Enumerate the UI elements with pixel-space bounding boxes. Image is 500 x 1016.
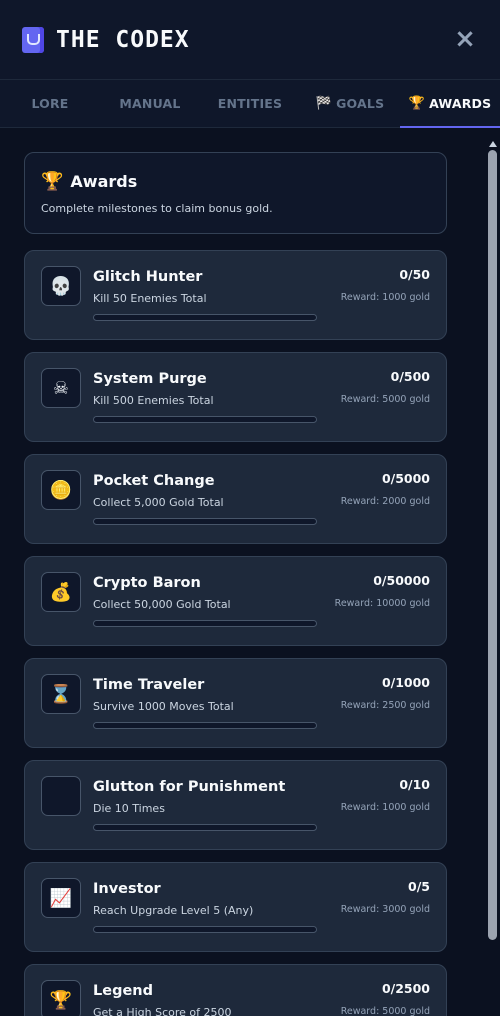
award-reward: Reward: 2000 gold xyxy=(340,496,430,507)
award-reward: Reward: 10000 gold xyxy=(334,598,430,609)
tab-label: ENTITIES xyxy=(217,96,283,111)
awards-intro-card: 🏆 Awards Complete milestones to claim bo… xyxy=(24,152,447,234)
tab-label: LORE xyxy=(31,96,69,111)
money-bag-icon: 💰 xyxy=(41,572,81,612)
award-description: Survive 1000 Moves Total xyxy=(93,700,234,713)
trophy-icon: 🏆 xyxy=(41,980,81,1016)
checkered-flag-icon: 🏁 xyxy=(315,96,333,111)
codex-header: THE CODEX × xyxy=(0,0,500,80)
app-title: THE CODEX xyxy=(56,26,190,53)
award-reward: Reward: 1000 gold xyxy=(340,802,430,813)
award-progress: 0/1000 xyxy=(381,675,430,690)
award-card: Glutton for Punishment Die 10 Times 0/10 Re… xyxy=(24,760,447,850)
award-card: 🪙 Pocket Change Collect 5,000 Gold Total 0/… xyxy=(24,454,447,544)
award-progress: 0/50 xyxy=(399,267,430,282)
award-progress-bar xyxy=(93,314,317,321)
award-progress-bar xyxy=(93,722,317,729)
award-description: Die 10 Times xyxy=(93,802,165,815)
award-description: Collect 5,000 Gold Total xyxy=(93,496,224,509)
tab-awards[interactable]: 🏆 AWARDS xyxy=(400,80,500,128)
awards-heading: Awards xyxy=(70,172,138,191)
award-card: 💀 Glitch Hunter Kill 50 Enemies Total 0/50 R… xyxy=(24,250,447,340)
award-progress: 0/50000 xyxy=(373,573,430,588)
close-icon[interactable]: × xyxy=(452,26,478,52)
tab-lore[interactable]: LORE xyxy=(0,80,100,127)
award-description: Collect 50,000 Gold Total xyxy=(93,598,231,611)
scrollbar[interactable] xyxy=(488,141,497,1016)
award-progress-bar xyxy=(93,926,317,933)
trophy-icon: 🏆 xyxy=(41,171,64,192)
hourglass-icon: ⌛ xyxy=(41,674,81,714)
tab-goals[interactable]: 🏁 GOALS xyxy=(300,80,400,127)
award-description: Get a High Score of 2500 xyxy=(93,1006,232,1016)
award-name: Crypto Baron xyxy=(93,575,201,591)
award-reward: Reward: 5000 gold xyxy=(340,394,430,405)
award-progress: 0/2500 xyxy=(381,981,430,996)
award-progress: 0/500 xyxy=(390,369,430,384)
chart-up-icon: 📈 xyxy=(41,878,81,918)
award-name: Legend xyxy=(93,983,153,999)
award-progress: 0/5000 xyxy=(381,471,430,486)
awards-panel: 🏆 Awards Complete milestones to claim bo… xyxy=(0,129,486,1016)
trophy-icon: 🏆 xyxy=(408,96,426,111)
book-logo-icon xyxy=(22,26,44,53)
tab-label: MANUAL xyxy=(119,96,181,111)
award-reward: Reward: 1000 gold xyxy=(340,292,430,303)
awards-subtitle: Complete milestones to claim bonus gold. xyxy=(41,202,273,215)
tab-entities[interactable]: ENTITIES xyxy=(200,80,300,127)
award-description: Kill 50 Enemies Total xyxy=(93,292,207,305)
award-card: ⌛ Time Traveler Survive 1000 Moves Total 0/… xyxy=(24,658,447,748)
award-name: Investor xyxy=(93,881,161,897)
award-name: System Purge xyxy=(93,371,207,387)
award-reward: Reward: 5000 gold xyxy=(340,1006,430,1016)
award-name: Pocket Change xyxy=(93,473,215,489)
blank-icon xyxy=(41,776,81,816)
skull-icon: 💀 xyxy=(41,266,81,306)
award-reward: Reward: 3000 gold xyxy=(340,904,430,915)
skull-crossbones-icon: ☠ xyxy=(41,368,81,408)
award-progress-bar xyxy=(93,620,317,627)
award-name: Time Traveler xyxy=(93,677,205,693)
award-description: Reach Upgrade Level 5 (Any) xyxy=(93,904,254,917)
award-progress-bar xyxy=(93,824,317,831)
award-card: 💰 Crypto Baron Collect 50,000 Gold Total 0/… xyxy=(24,556,447,646)
award-progress-bar xyxy=(93,518,317,525)
award-reward: Reward: 2500 gold xyxy=(340,700,430,711)
award-card: ☠ System Purge Kill 500 Enemies Total 0/500… xyxy=(24,352,447,442)
tab-manual[interactable]: MANUAL xyxy=(100,80,200,127)
tab-label: GOALS xyxy=(336,96,385,111)
award-name: Glutton for Punishment xyxy=(93,779,286,795)
award-name: Glitch Hunter xyxy=(93,269,203,285)
award-card: 📈 Investor Reach Upgrade Level 5 (Any) 0/5 R… xyxy=(24,862,447,952)
scroll-thumb[interactable] xyxy=(488,150,497,940)
coin-stack-icon: 🪙 xyxy=(41,470,81,510)
award-progress-bar xyxy=(93,416,317,423)
scroll-up-arrow-icon[interactable] xyxy=(489,141,497,147)
award-list: 💀 Glitch Hunter Kill 50 Enemies Total 0/50 R… xyxy=(24,250,447,1016)
award-description: Kill 500 Enemies Total xyxy=(93,394,214,407)
award-progress: 0/5 xyxy=(408,879,430,894)
award-progress: 0/10 xyxy=(399,777,430,792)
award-card: 🏆 Legend Get a High Score of 2500 0/2500 Rew… xyxy=(24,964,447,1016)
tab-bar: LORE MANUAL ENTITIES 🏁 GOALS 🏆 AWARDS xyxy=(0,80,500,128)
tab-label: AWARDS xyxy=(429,96,492,111)
